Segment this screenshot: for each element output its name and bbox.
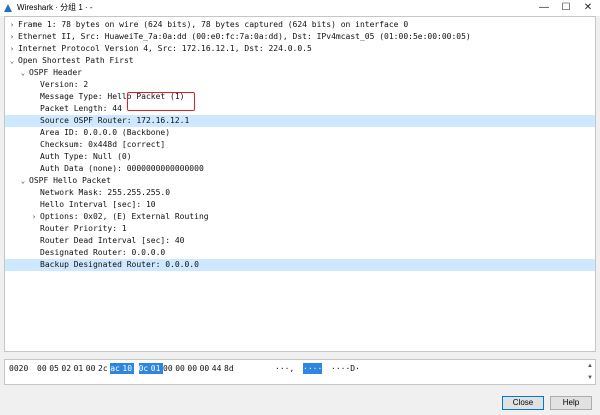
tree-row-label: Version: 2 [40,80,89,89]
expand-arrow-icon[interactable]: › [30,211,38,223]
tree-row-label: OSPF Header [29,68,82,77]
tree-row-label: Network Mask: 255.255.255.0 [40,188,171,197]
annotation-highlight-box [127,92,195,111]
ascii-dump-segment[interactable]: ····D· [331,363,360,374]
tree-row-label: OSPF Hello Packet [29,176,111,185]
expand-arrow-icon[interactable]: › [8,43,16,55]
hex-byte[interactable]: 0c [138,363,151,374]
hex-byte[interactable]: ac [110,363,123,374]
tree-row[interactable]: Area ID: 0.0.0.0 (Backbone) [5,127,595,139]
ascii-dump-segment[interactable]: ···, [275,363,294,374]
tree-row-label: Hello Interval [sec]: 10 [40,200,156,209]
ascii-dump-segment[interactable]: ···· [303,363,323,374]
tree-row[interactable]: › Internet Protocol Version 4, Src: 172.1… [5,43,595,55]
packet-detail-tree[interactable]: › Frame 1: 78 bytes on wire (624 bits), 7… [4,16,596,352]
tree-row-label: Router Priority: 1 [40,224,127,233]
tree-row[interactable]: Version: 2 [5,79,595,91]
tree-row-label: Source OSPF Router: 172.16.12.1 [40,116,190,125]
minimize-button[interactable]: — [532,0,556,16]
tree-row[interactable]: ⌄ OSPF Header [5,67,595,79]
hex-byte[interactable]: 02 [61,363,73,374]
hex-byte[interactable]: 00 [86,363,98,374]
tree-row[interactable]: Packet Length: 44 [5,103,595,115]
hex-byte[interactable]: 00 [200,363,212,374]
tree-row[interactable]: › Frame 1: 78 bytes on wire (624 bits), 7… [5,19,595,31]
tree-row[interactable]: Source OSPF Router: 172.16.12.1 [5,115,595,127]
hex-byte[interactable]: 00 [187,363,199,374]
tree-row[interactable]: Auth Data (none): 0000000000000000 [5,163,595,175]
close-button[interactable]: Close [502,396,544,410]
tree-row-label: Frame 1: 78 bytes on wire (624 bits), 78… [18,20,409,29]
tree-row-label: Checksum: 0x448d [correct] [40,140,166,149]
tree-row[interactable]: Router Priority: 1 [5,223,595,235]
tree-row[interactable]: › Options: 0x02, (E) External Routing [5,211,595,223]
tree-row[interactable]: › Ethernet II, Src: HuaweiTe_7a:0a:dd (00… [5,31,595,43]
hex-byte[interactable]: 00 [37,363,49,374]
hex-byte[interactable]: 00 [163,363,175,374]
maximize-button[interactable]: ☐ [554,0,578,16]
tree-row[interactable]: Network Mask: 255.255.255.0 [5,187,595,199]
tree-row[interactable]: ⌄ OSPF Hello Packet [5,175,595,187]
scroll-up-icon[interactable]: ▲ [586,362,594,370]
tree-row-label: Options: 0x02, (E) External Routing [40,212,209,221]
collapse-arrow-icon[interactable]: ⌄ [19,67,27,79]
tree-row-label: Auth Data (none): 0000000000000000 [40,164,204,173]
tree-row-label: Area ID: 0.0.0.0 (Backbone) [40,128,171,137]
tree-row-label: Auth Type: Null (0) [40,152,132,161]
tree-row[interactable]: Designated Router: 0.0.0.0 [5,247,595,259]
tree-row[interactable]: Backup Designated Router: 0.0.0.0 [5,259,595,271]
expand-arrow-icon[interactable]: › [8,19,16,31]
tree-row[interactable]: Checksum: 0x448d [correct] [5,139,595,151]
tree-row-label: Ethernet II, Src: HuaweiTe_7a:0a:dd (00:… [18,32,471,41]
hex-byte[interactable]: 01 [150,363,163,374]
tree-row[interactable]: Hello Interval [sec]: 10 [5,199,595,211]
collapse-arrow-icon[interactable]: ⌄ [8,55,16,67]
hex-byte[interactable]: 05 [49,363,61,374]
hex-offset: 0020 [9,364,29,373]
hex-byte[interactable]: 00 [175,363,187,374]
tree-row-label: Router Dead Interval [sec]: 40 [40,236,185,245]
tree-row-label: Packet Length: 44 [40,104,122,113]
expand-arrow-icon[interactable]: › [8,31,16,43]
tree-row-label: Internet Protocol Version 4, Src: 172.16… [18,44,312,53]
tree-row[interactable]: Auth Type: Null (0) [5,151,595,163]
hex-byte[interactable]: 44 [212,363,224,374]
wireshark-fin-icon [4,4,12,12]
hex-byte[interactable]: 10 [122,363,135,374]
hex-byte[interactable]: 01 [74,363,86,374]
help-button[interactable]: Help [550,396,592,410]
packet-bytes-pane[interactable]: 0020 ▲ ▼ 00 05 02 01 00 2c ac 10 0c 01 00 00 00 00 44 8… [4,359,596,385]
tree-row[interactable]: Router Dead Interval [sec]: 40 [5,235,595,247]
close-window-button[interactable]: ✕ [576,0,600,16]
hex-byte[interactable]: 2c [98,363,110,374]
tree-row[interactable]: ⌄ Open Shortest Path First [5,55,595,67]
collapse-arrow-icon[interactable]: ⌄ [19,175,27,187]
tree-row-label: Designated Router: 0.0.0.0 [40,248,166,257]
scroll-down-icon[interactable]: ▼ [586,374,594,382]
window-title: Wireshark · 分组 1 · - [17,3,93,12]
hex-byte[interactable]: 8d [224,363,236,374]
tree-row-label: Backup Designated Router: 0.0.0.0 [40,260,199,269]
tree-row-label: Open Shortest Path First [18,56,134,65]
tree-row[interactable]: Message Type: Hello Packet (1) [5,91,595,103]
title-bar: Wireshark · 分组 1 · - — ☐ ✕ [0,0,600,16]
